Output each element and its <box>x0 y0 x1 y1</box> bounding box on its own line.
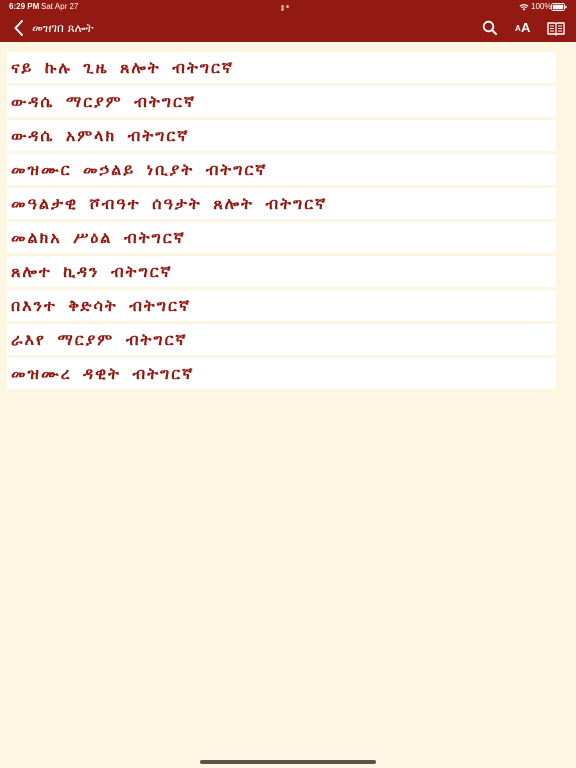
prayer-title: ናይ ኩሉ ጊዜ ጸሎት ብትግርኛ <box>11 58 235 77</box>
prayer-title: መዝሙረ ዳዊት ብትግርኛ <box>11 364 195 383</box>
battery-percent: 100% <box>531 2 552 11</box>
multitasking-dots-icon[interactable] <box>281 5 295 11</box>
prayer-title: መልክአ ሥዕል ብትግርኛ <box>11 228 186 247</box>
prayer-item[interactable]: መልክአ ሥዕል ብትግርኛ <box>7 222 556 253</box>
status-time: 6:29 PM <box>9 2 40 11</box>
search-icon[interactable] <box>480 19 500 37</box>
font-size-icon[interactable]: AA <box>513 19 533 37</box>
prayer-title: ጸሎተ ኪዳን ብትግርኛ <box>11 262 173 281</box>
prayer-item[interactable]: ናይ ኩሉ ጊዜ ጸሎት ብትግርኛ <box>7 52 556 83</box>
battery-icon <box>551 3 567 11</box>
prayer-item[interactable]: መዝሙር መኃልይ ነቢያት ብትግርኛ <box>7 154 556 185</box>
prayer-item[interactable]: ጸሎተ ኪዳን ብትግርኛ <box>7 256 556 287</box>
prayer-item[interactable]: ውዳሴ አምላክ ብትግርኛ <box>7 120 556 151</box>
home-indicator[interactable] <box>200 760 376 764</box>
app-window: 6:29 PM Sat Apr 27 100% መዝገበ ጸሎት A A ናይ … <box>0 0 576 768</box>
prayer-title: መዓልታዊ ሾብዓተ ሰዓታት ጸሎት ብትግርኛ <box>11 194 328 213</box>
prayer-title: በእንተ ቅድሳት ብትግርኛ <box>11 296 192 315</box>
prayer-item[interactable]: ራእየ ማርያም ብትግርኛ <box>7 324 556 355</box>
prayer-title: መዝሙር መኃልይ ነቢያት ብትግርኛ <box>11 160 268 179</box>
prayer-title: ውዳሴ ማርያም ብትግርኛ <box>11 92 197 111</box>
prayer-list: ናይ ኩሉ ጊዜ ጸሎት ብትግርኛ ውዳሴ ማርያም ብትግርኛ ውዳሴ አም… <box>7 52 556 392</box>
chevron-left-icon[interactable] <box>12 19 26 37</box>
prayer-item[interactable]: መዝሙረ ዳዊት ብትግርኛ <box>7 358 556 389</box>
status-date: Sat Apr 27 <box>41 2 79 11</box>
top-bar: 6:29 PM Sat Apr 27 100% መዝገበ ጸሎት A A <box>0 0 576 42</box>
prayer-item[interactable]: መዓልታዊ ሾብዓተ ሰዓታት ጸሎት ብትግርኛ <box>7 188 556 219</box>
prayer-title: ውዳሴ አምላክ ብትግርኛ <box>11 126 190 145</box>
status-bar: 6:29 PM Sat Apr 27 100% <box>0 0 576 14</box>
prayer-title: ራእየ ማርያም ብትግርኛ <box>11 330 188 349</box>
prayer-item[interactable]: ውዳሴ ማርያም ብትግርኛ <box>7 86 556 117</box>
navigation-bar: መዝገበ ጸሎት AA <box>0 14 576 42</box>
page-title: መዝገበ ጸሎት <box>32 21 94 35</box>
prayer-item[interactable]: በእንተ ቅድሳት ብትግርኛ <box>7 290 556 321</box>
book-icon[interactable] <box>546 19 566 37</box>
wifi-icon <box>519 4 529 11</box>
